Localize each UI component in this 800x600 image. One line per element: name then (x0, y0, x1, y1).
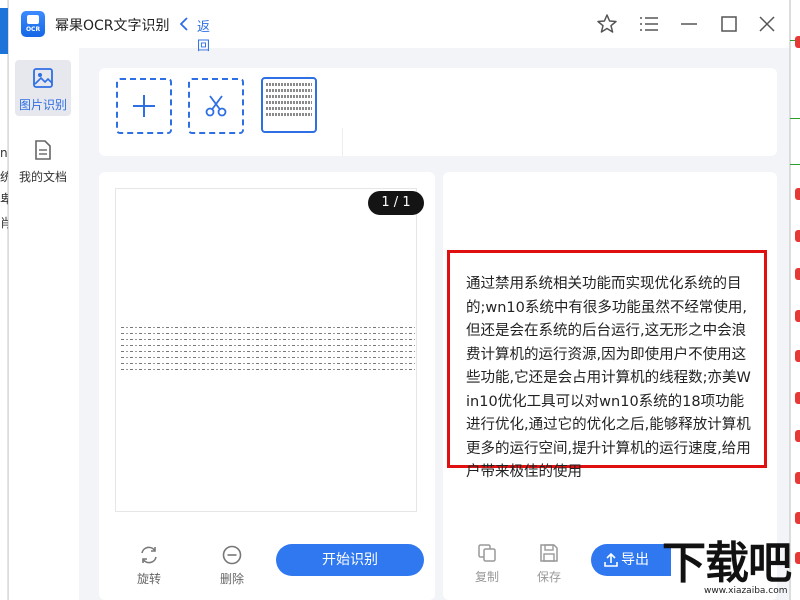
copy-button[interactable]: 复制 (467, 542, 507, 585)
background-marker (795, 430, 800, 442)
crop-button[interactable] (188, 78, 244, 134)
export-button[interactable]: 导出 (591, 544, 671, 576)
document-icon (35, 140, 51, 160)
copy-icon (478, 544, 496, 562)
save-label: 保存 (536, 570, 561, 584)
page-indicator: 1 / 1 (368, 191, 424, 215)
sidebar: 图片识别 我的文档 (9, 48, 79, 600)
result-panel: 通过禁用系统相关功能而实现优化系统的目的;wn10系统中有很多功能虽然不经常使用… (443, 172, 777, 600)
preview-text-line (121, 357, 415, 358)
scissors-icon (205, 95, 227, 117)
star-icon[interactable] (595, 12, 619, 36)
background-line (790, 118, 800, 119)
thumbnail-text-line (266, 113, 312, 116)
logo-document-shape (27, 15, 39, 24)
thumbnail-text-line (266, 107, 312, 110)
thumbnail-text-line (266, 83, 312, 86)
preview-text-line (121, 363, 415, 364)
sidebar-item-label: 图片识别 (18, 98, 67, 112)
preview-text-line (121, 327, 415, 328)
thumbnail-text-line (266, 95, 312, 98)
delete-label: 删除 (219, 572, 244, 586)
upload-icon (604, 552, 618, 567)
watermark-url: www.xiazaiba.com (704, 586, 788, 596)
maximize-icon[interactable] (717, 12, 741, 36)
preview-text-line (121, 351, 415, 352)
minimize-icon[interactable] (677, 12, 701, 36)
image-thumbnail[interactable] (261, 77, 317, 133)
background-window-left-edge: n 统 卑 肖 (0, 0, 12, 600)
rotate-icon (141, 546, 157, 564)
background-window-right-edge (790, 0, 800, 600)
copy-label: 复制 (474, 570, 499, 584)
preview-text-line (121, 369, 415, 370)
app-window: OCR 幂果OCR文字识别 返回 图片识别 我的文档 1 / 1 旋转 删除 开… (8, 0, 790, 600)
app-logo: OCR (21, 11, 45, 37)
preview-text-line (121, 333, 415, 334)
background-marker (795, 188, 800, 200)
back-label: 返回 (197, 20, 211, 54)
preview-text-line (121, 345, 415, 346)
preview-text-line (121, 339, 415, 340)
chevron-left-icon (179, 17, 188, 31)
delete-button[interactable]: 删除 (212, 544, 252, 587)
app-title: 幂果OCR文字识别 (55, 18, 170, 34)
plus-icon (133, 95, 155, 117)
image-preview (115, 188, 417, 512)
background-marker (795, 512, 800, 524)
image-icon (33, 68, 53, 88)
rotate-button[interactable]: 旋转 (129, 544, 169, 587)
title-bar: OCR 幂果OCR文字识别 返回 (9, 0, 789, 54)
save-icon (540, 544, 558, 562)
image-toolbar-panel (99, 68, 777, 156)
divider (342, 128, 343, 156)
background-marker (795, 230, 800, 242)
menu-icon[interactable] (637, 12, 661, 36)
start-recognition-button[interactable]: 开始识别 (276, 544, 424, 576)
watermark-logo: 下载吧 (662, 538, 792, 589)
image-preview-panel: 1 / 1 旋转 删除 开始识别 (99, 172, 435, 600)
thumbnail-text-line (266, 101, 312, 104)
background-blue-block (0, 8, 8, 54)
sidebar-item-label: 我的文档 (18, 170, 67, 184)
background-marker (795, 268, 800, 280)
background-text-fragment: n (0, 146, 8, 160)
background-line (790, 164, 800, 165)
thumbnail-text-line (266, 89, 312, 92)
background-marker (795, 472, 800, 484)
logo-text: OCR (25, 26, 41, 33)
background-marker (795, 392, 800, 404)
watermark: 下载吧 www.xiazaiba.com (662, 540, 800, 600)
save-button[interactable]: 保存 (529, 542, 569, 585)
add-image-button[interactable] (116, 78, 172, 134)
rotate-label: 旋转 (136, 572, 161, 586)
minus-circle-icon (222, 545, 242, 565)
recognized-text[interactable]: 通过禁用系统相关功能而实现优化系统的目的;wn10系统中有很多功能虽然不经常使用… (447, 250, 767, 480)
background-marker (795, 310, 800, 322)
background-marker (795, 36, 800, 48)
sidebar-item-my-documents[interactable]: 我的文档 (15, 132, 71, 188)
export-label: 导出 (621, 552, 649, 568)
background-marker (795, 350, 800, 362)
close-icon[interactable] (755, 12, 779, 36)
sidebar-item-image-recognition[interactable]: 图片识别 (15, 60, 71, 116)
